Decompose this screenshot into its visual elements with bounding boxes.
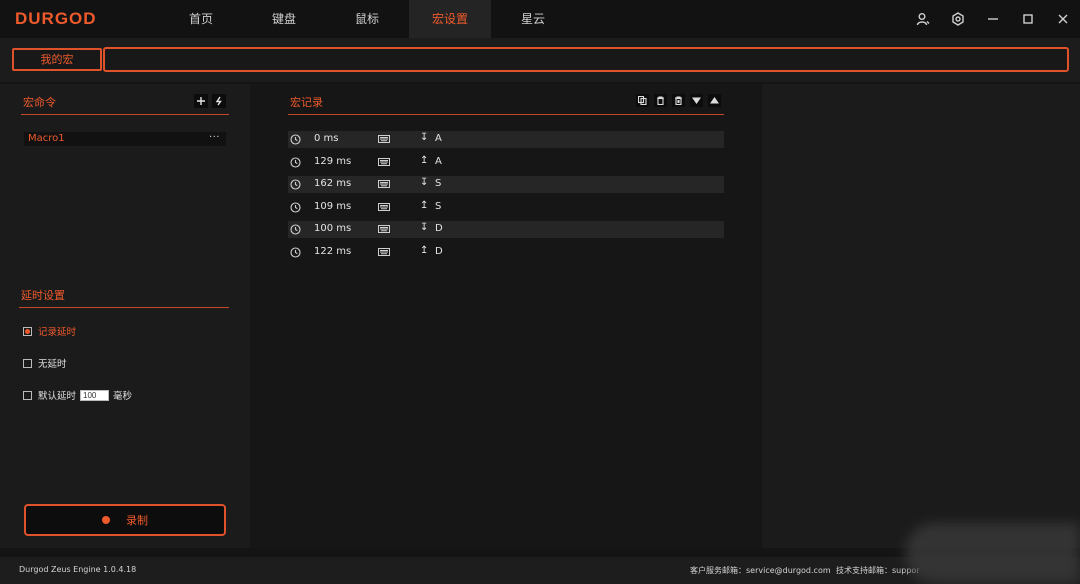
record-row[interactable]: 0 ms ↧ A <box>288 131 724 148</box>
main-nav: 首页 键盘 鼠标 宏设置 星云 <box>160 0 575 38</box>
window-controls <box>905 0 1080 38</box>
radio-checked-icon[interactable] <box>23 326 32 336</box>
record-dot-icon <box>102 516 110 524</box>
keyboard-icon <box>378 157 390 169</box>
record-key: A <box>435 155 442 167</box>
support-email-text: 技术支持邮箱：suppor <box>836 566 920 575</box>
macro-item-name: Macro1 <box>28 133 65 144</box>
clock-icon <box>290 179 301 193</box>
record-button[interactable]: 录制 <box>24 504 226 536</box>
commands-title: 宏命令 <box>23 96 56 109</box>
more-options-icon[interactable]: ··· <box>209 131 220 145</box>
right-panel <box>762 84 1080 548</box>
key-up-icon: ↥ <box>420 199 429 211</box>
left-panel: 宏命令 Macro1 ··· 延时设置 记录延时 无延时 默认延时 毫秒 录制 <box>0 84 250 548</box>
move-down-icon[interactable] <box>690 94 703 107</box>
default-delay-input[interactable] <box>80 389 110 401</box>
move-up-icon[interactable] <box>708 94 721 107</box>
status-footer: Durgod Zeus Engine 1.0.4.18 客户服务邮箱：servi… <box>0 523 1080 584</box>
macro-bar: 我的宏 <box>0 38 1080 82</box>
close-icon[interactable] <box>1045 0 1080 38</box>
macro-record-panel: 宏记录 0 ms ↧ A 129 ms ↥ A 162 ms ↧ S 109 m… <box>250 84 761 548</box>
record-key: S <box>435 178 442 189</box>
record-label: 录制 <box>126 514 148 527</box>
minimize-icon[interactable] <box>975 0 1010 38</box>
tab-nebula[interactable]: 星云 <box>492 0 574 38</box>
title-bar: DURGOD 首页 键盘 鼠标 宏设置 星云 <box>0 0 1080 38</box>
record-row[interactable]: 162 ms ↧ S <box>288 176 724 193</box>
key-down-icon: ↧ <box>420 132 429 143</box>
delete-all-icon[interactable] <box>672 94 685 107</box>
default-delay-label: 默认延时 <box>38 391 77 402</box>
record-key: A <box>435 133 442 144</box>
record-delay: 100 ms <box>314 223 352 234</box>
delay-unit-label: 毫秒 <box>113 391 133 402</box>
gear-icon[interactable] <box>940 0 975 38</box>
user-icon[interactable] <box>905 0 940 38</box>
record-delay-option[interactable]: 记录延时 <box>23 324 76 338</box>
keyboard-icon <box>378 180 390 191</box>
record-delay: 122 ms <box>314 245 352 257</box>
import-icon[interactable] <box>212 94 226 108</box>
version-text: Durgod Zeus Engine 1.0.4.18 <box>19 565 137 574</box>
record-row[interactable]: 109 ms ↥ S <box>288 199 724 216</box>
keyboard-icon <box>378 225 390 236</box>
clock-icon <box>290 224 301 238</box>
service-email-text: 客户服务邮箱：service@durgod.com <box>690 566 831 575</box>
durgod-logo: DURGOD <box>15 9 97 28</box>
keyboard-icon <box>378 247 390 259</box>
key-up-icon: ↥ <box>420 244 429 256</box>
clock-icon <box>290 134 301 148</box>
tab-macro-settings[interactable]: 宏设置 <box>409 0 491 38</box>
record-row[interactable]: 122 ms ↥ D <box>288 244 724 261</box>
keyboard-icon <box>378 135 390 146</box>
copy-icon[interactable] <box>636 94 649 107</box>
clock-icon <box>290 156 301 171</box>
record-key: D <box>435 223 443 234</box>
tab-mouse[interactable]: 鼠标 <box>326 0 408 38</box>
record-delay: 129 ms <box>314 155 352 167</box>
record-delay: 109 ms <box>314 200 352 212</box>
record-toolbar <box>636 94 726 107</box>
maximize-icon[interactable] <box>1010 0 1045 38</box>
record-key: S <box>435 200 442 212</box>
checkbox-icon[interactable] <box>23 358 32 368</box>
clock-icon <box>290 201 301 216</box>
key-down-icon: ↧ <box>420 177 429 188</box>
record-delay: 0 ms <box>314 133 339 144</box>
commands-divider <box>21 114 229 115</box>
tab-keyboard[interactable]: 键盘 <box>243 0 325 38</box>
macro-record-title: 宏记录 <box>290 96 323 109</box>
delete-icon[interactable] <box>654 94 667 107</box>
delay-settings-title: 延时设置 <box>21 289 65 302</box>
add-icon[interactable] <box>194 94 208 108</box>
macro-list-item[interactable]: Macro1 ··· <box>24 132 226 146</box>
macro-record-list: 0 ms ↧ A 129 ms ↥ A 162 ms ↧ S 109 ms ↥ … <box>288 131 724 266</box>
tab-home[interactable]: 首页 <box>160 0 242 38</box>
clock-icon <box>290 246 301 261</box>
default-delay-option[interactable]: 默认延时 毫秒 <box>23 388 132 402</box>
key-up-icon: ↥ <box>420 154 429 166</box>
record-delay-label: 记录延时 <box>38 327 77 338</box>
delay-divider <box>19 307 229 308</box>
key-down-icon: ↧ <box>420 222 429 233</box>
record-row[interactable]: 100 ms ↧ D <box>288 221 724 238</box>
record-divider <box>288 114 724 115</box>
keyboard-icon <box>378 202 390 214</box>
macro-name-input[interactable] <box>103 47 1069 72</box>
no-delay-label: 无延时 <box>38 359 67 370</box>
my-macro-button[interactable]: 我的宏 <box>12 48 102 71</box>
record-key: D <box>435 245 443 257</box>
watermark-overlay <box>905 523 1080 583</box>
checkbox-icon[interactable] <box>23 390 32 400</box>
no-delay-option[interactable]: 无延时 <box>23 356 67 370</box>
record-row[interactable]: 129 ms ↥ A <box>288 154 724 171</box>
record-delay: 162 ms <box>314 178 352 189</box>
